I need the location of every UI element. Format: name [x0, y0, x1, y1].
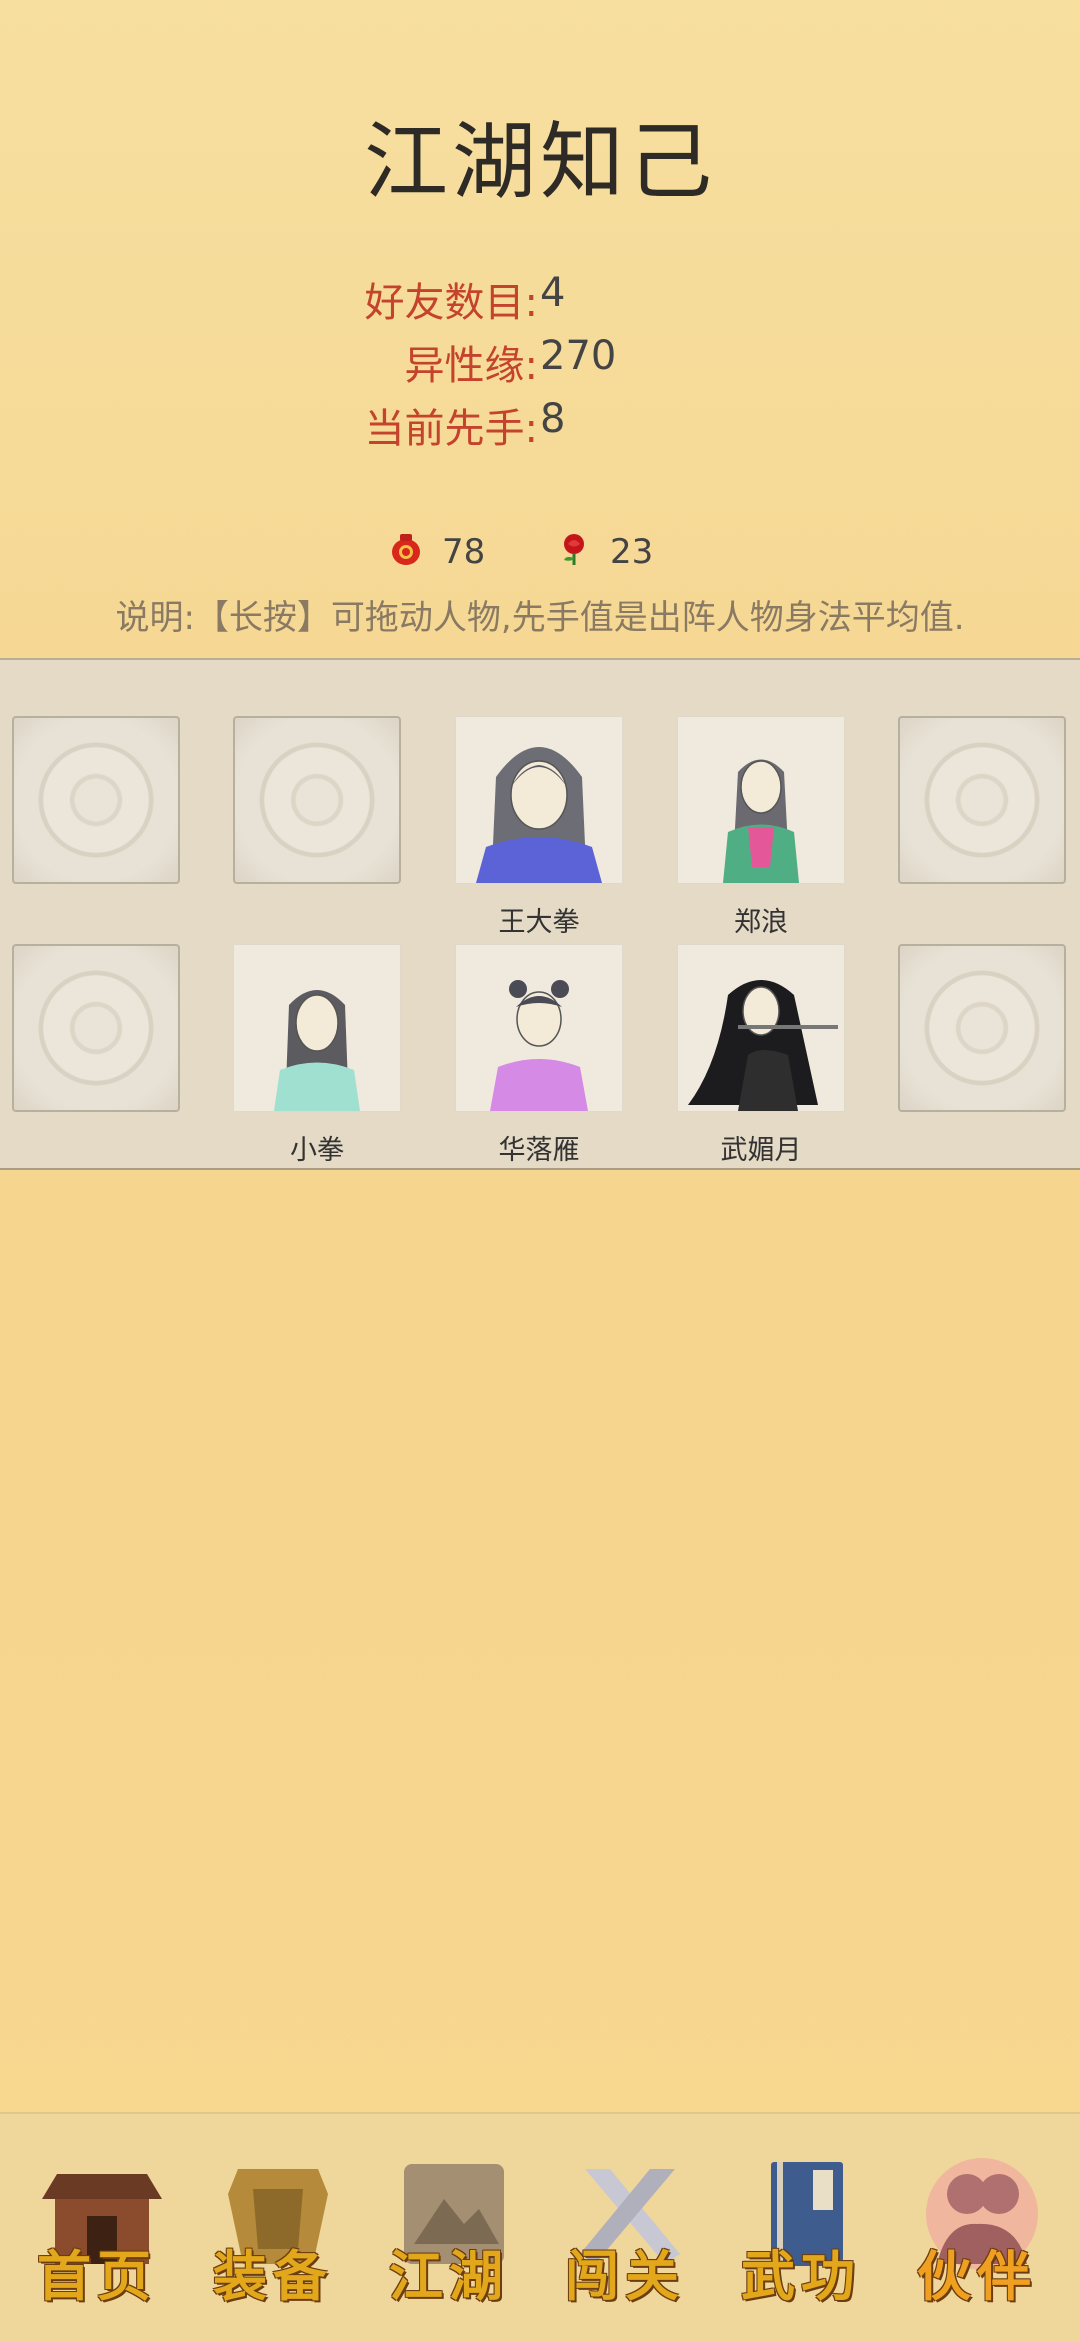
rose-count: 23 — [610, 532, 654, 572]
nav-home[interactable]: 首页 — [22, 2154, 172, 2308]
instruction-text: 说明:【长按】可拖动人物,先手值是出阵人物身法平均值. — [115, 598, 965, 638]
stat-charm: 异性缘: 270 — [0, 333, 1080, 396]
companion-card-wang-daquan[interactable] — [455, 716, 623, 884]
rose-icon — [564, 534, 584, 565]
companion-name: 华落雁 — [498, 1135, 580, 1166]
wine-count: 78 — [442, 532, 486, 572]
companion-name: 郑浪 — [734, 907, 788, 938]
formation-slot-empty[interactable] — [12, 944, 180, 1112]
companion-name: 王大拳 — [498, 907, 580, 938]
stat-label: 当前先手: — [364, 406, 538, 452]
companion-card-xiao-quan[interactable] — [233, 944, 401, 1112]
formation-panel: 王大拳 郑浪 小拳 华落雁 武媚月 — [0, 658, 1080, 1170]
resource-bar: 78 23 — [0, 528, 1080, 578]
stat-value: 270 — [540, 333, 617, 379]
formation-slot-empty[interactable] — [898, 716, 1066, 884]
formation-slot-empty[interactable] — [233, 716, 401, 884]
stat-label: 好友数目: — [364, 280, 538, 326]
companion-portrait — [476, 747, 602, 883]
companion-name: 武媚月 — [720, 1135, 802, 1166]
stats-panel: 好友数目: 4 异性缘: 270 当前先手: 8 — [0, 270, 1080, 459]
companion-portrait — [688, 980, 838, 1111]
stat-initiative: 当前先手: 8 — [0, 396, 1080, 459]
nav-label: 武功 — [741, 2244, 861, 2308]
stat-value: 8 — [540, 396, 566, 442]
nav-label: 伙伴 — [917, 2244, 1037, 2308]
companion-name: 小拳 — [290, 1135, 344, 1166]
nav-jianghu[interactable]: 江湖 — [374, 2154, 524, 2308]
nav-label: 装备 — [213, 2244, 333, 2308]
companion-card-wu-meiyue[interactable] — [677, 944, 845, 1112]
nav-label: 首页 — [37, 2244, 157, 2308]
wine-jar-icon — [392, 534, 420, 565]
nav-challenge[interactable]: 闯关 — [550, 2154, 700, 2308]
nav-label: 江湖 — [389, 2244, 509, 2308]
formation-slot-empty[interactable] — [12, 716, 180, 884]
formation-slot-empty[interactable] — [898, 944, 1066, 1112]
companion-portrait — [490, 980, 588, 1111]
page-title: 江湖知己 — [363, 113, 716, 211]
stat-friend-count: 好友数目: 4 — [0, 270, 1080, 333]
companion-card-hua-luoyan[interactable] — [455, 944, 623, 1112]
nav-label: 闯关 — [565, 2244, 685, 2308]
bottom-nav: 首页 装备 江湖 闯关 武功 伙伴 — [0, 2112, 1080, 2342]
companion-card-zheng-lang[interactable] — [677, 716, 845, 884]
nav-martial-arts[interactable]: 武功 — [726, 2154, 876, 2308]
companion-portrait — [723, 759, 799, 883]
stat-value: 4 — [540, 270, 566, 316]
nav-equipment[interactable]: 装备 — [198, 2154, 348, 2308]
stat-label: 异性缘: — [404, 343, 538, 389]
nav-companions[interactable]: 伙伴 — [902, 2154, 1052, 2308]
companion-portrait — [274, 990, 360, 1111]
